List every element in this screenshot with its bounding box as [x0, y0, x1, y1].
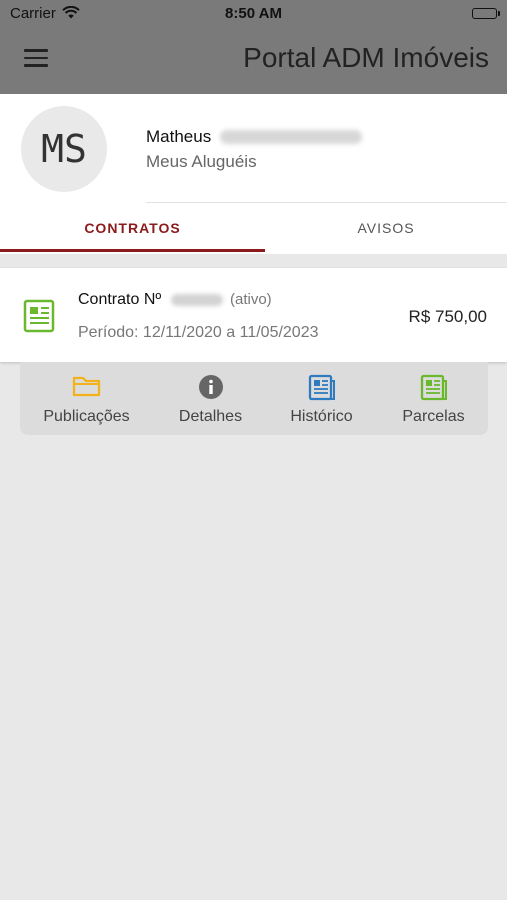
battery-icon: [472, 8, 500, 19]
action-label: Publicações: [43, 408, 130, 425]
contract-status: (ativo): [230, 291, 272, 308]
contract-value: R$ 750,00: [408, 307, 487, 326]
document-icon: [22, 298, 58, 334]
redacted-last-name: [220, 130, 362, 144]
clock: 8:50 AM: [225, 5, 282, 22]
contract-actions: Publicações Detalhes Histórico Parcelas: [20, 362, 488, 435]
tab-avisos[interactable]: AVISOS: [265, 220, 507, 236]
action-publicacoes[interactable]: Publicações: [28, 362, 145, 435]
action-label: Detalhes: [178, 408, 243, 425]
avatar: MS: [21, 106, 107, 192]
user-first-name: Matheus: [146, 127, 212, 146]
action-historico[interactable]: Histórico: [263, 362, 380, 435]
contract-title: Contrato Nº: [78, 291, 162, 308]
document-icon: [375, 374, 492, 401]
app-header: Carrier 8:50 AM Portal ADM Imóveis: [0, 0, 507, 94]
contract-period: Período: 12/11/2020 a 11/05/2023: [78, 324, 319, 341]
newspaper-icon: [263, 374, 380, 401]
folder-icon: [28, 374, 145, 400]
contract-card[interactable]: Contrato Nº (ativo) Período: 12/11/2020 …: [0, 268, 507, 362]
tab-contratos[interactable]: CONTRATOS: [0, 220, 265, 236]
profile-panel: MS Matheus Meus Aluguéis CONTRATOS AVISO…: [0, 94, 507, 254]
action-detalhes[interactable]: Detalhes: [152, 362, 269, 435]
divider: [146, 202, 507, 203]
status-bar: Carrier 8:50 AM: [0, 5, 507, 23]
info-icon: [152, 374, 269, 400]
action-label: Parcelas: [402, 408, 465, 425]
action-label: Histórico: [290, 408, 353, 425]
action-parcelas[interactable]: Parcelas: [375, 362, 492, 435]
user-subtitle: Meus Aluguéis: [146, 152, 257, 171]
active-tab-indicator: [0, 249, 265, 252]
page-title: Portal ADM Imóveis: [243, 42, 489, 73]
hamburger-menu-icon[interactable]: [24, 49, 48, 69]
redacted-contract-number: [171, 294, 223, 306]
